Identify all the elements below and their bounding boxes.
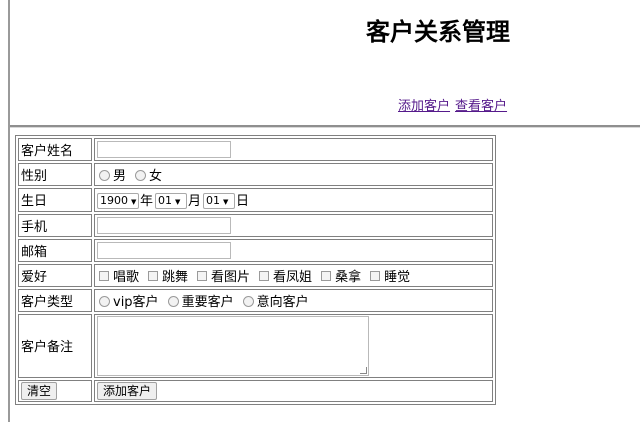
email-label: 邮箱 [18, 238, 92, 262]
header-frame [10, 0, 640, 125]
resize-grip-icon[interactable] [360, 366, 367, 374]
hobby-checkbox-pictures[interactable] [197, 271, 208, 281]
hobby-label-sauna: 桑拿 [335, 269, 362, 285]
type-prospect-radio[interactable] [242, 295, 254, 307]
hobby-label-fengjie: 看凤姐 [273, 269, 313, 285]
add-customer-link[interactable]: 添加客户 [398, 99, 450, 114]
hobby-label-dancing: 跳舞 [162, 269, 189, 285]
type-label: 客户类型 [18, 288, 92, 312]
chevron-down-icon: ▼ [223, 197, 229, 206]
name-label: 客户姓名 [18, 138, 92, 161]
hobby-checkbox-fengjie[interactable] [259, 271, 270, 281]
hobby-checkbox-dancing[interactable] [148, 271, 159, 281]
name-cell [94, 138, 493, 161]
form-row-name: 客户姓名 [18, 138, 493, 161]
header-nav: 添加客户 查看客户 [398, 95, 507, 114]
notes-textarea[interactable] [97, 315, 369, 376]
phone-input[interactable] [97, 216, 231, 234]
hobbies-label: 爱好 [18, 263, 92, 287]
type-vip-radio[interactable] [99, 295, 110, 307]
year-value: 1900 [100, 193, 128, 207]
chevron-down-icon: ▼ [175, 197, 181, 206]
notes-label: 客户备注 [18, 313, 92, 378]
month-select[interactable]: 01 ▼ [155, 192, 188, 209]
type-vip-label: vip客户 [113, 294, 159, 310]
frame-divider[interactable] [10, 125, 640, 128]
gender-cell: 男女 [94, 163, 493, 186]
hobby-label-sleeping: 睡觉 [384, 269, 411, 285]
page-title: 客户关系管理 [366, 18, 510, 46]
birthday-cell: 1900 ▼ 年 01 ▼ 月 01 ▼ 日 [94, 188, 493, 212]
form-row-type: 客户类型 vip客户 重要客户 意向客户 [18, 288, 493, 312]
year-unit: 年 [140, 194, 154, 209]
gender-male-label: 男 [113, 169, 127, 184]
day-select[interactable]: 01 ▼ [203, 192, 236, 209]
type-prospect-label: 意向客户 [256, 294, 309, 310]
form-row-hobbies: 爱好 唱歌 跳舞 看图片 看凤姐 桑拿 睡觉 [18, 263, 493, 287]
month-unit: 月 [188, 194, 202, 209]
hobby-checkbox-singing[interactable] [99, 271, 109, 281]
gender-male-radio[interactable] [99, 170, 110, 181]
notes-cell [94, 313, 493, 378]
form-row-birthday: 生日 1900 ▼ 年 01 ▼ 月 01 ▼ 日 [18, 188, 493, 212]
email-input[interactable] [97, 241, 231, 259]
submit-cell: 添加客户 [94, 379, 493, 402]
hobbies-cell: 唱歌 跳舞 看图片 看凤姐 桑拿 睡觉 [94, 263, 493, 287]
day-unit: 日 [236, 194, 250, 209]
gender-label: 性别 [18, 163, 92, 186]
add-customer-button[interactable]: 添加客户 [97, 381, 158, 400]
form-row-buttons: 清空 添加客户 [18, 379, 493, 402]
customer-form: 客户姓名 性别 男女 生日 1900 ▼ 年 01 ▼ 月 01 ▼ 日 手机 邮箱 爱好 唱歌… [15, 135, 496, 405]
phone-cell [94, 213, 493, 237]
email-cell [94, 238, 493, 262]
reset-button[interactable]: 清空 [21, 381, 58, 400]
month-value: 01 [158, 193, 173, 207]
day-value: 01 [206, 193, 221, 207]
name-input[interactable] [97, 141, 231, 158]
form-row-gender: 性别 男女 [18, 163, 493, 186]
form-row-notes: 客户备注 [18, 313, 493, 378]
reset-cell: 清空 [18, 379, 92, 402]
birthday-label: 生日 [18, 188, 92, 212]
type-cell: vip客户 重要客户 意向客户 [94, 288, 493, 312]
type-important-label: 重要客户 [181, 294, 234, 310]
hobby-checkbox-sauna[interactable] [321, 271, 332, 281]
view-customers-link[interactable]: 查看客户 [455, 99, 507, 114]
hobby-label-singing: 唱歌 [113, 269, 140, 285]
phone-label: 手机 [18, 213, 92, 237]
hobby-label-pictures: 看图片 [211, 269, 251, 285]
year-select[interactable]: 1900 ▼ [97, 192, 139, 209]
gender-female-label: 女 [149, 169, 163, 184]
form-row-phone: 手机 [18, 213, 493, 237]
chevron-down-icon: ▼ [131, 197, 137, 206]
form-row-email: 邮箱 [18, 238, 493, 262]
gender-female-radio[interactable] [135, 170, 147, 181]
hobby-checkbox-sleeping[interactable] [370, 271, 381, 281]
type-important-radio[interactable] [167, 295, 179, 307]
